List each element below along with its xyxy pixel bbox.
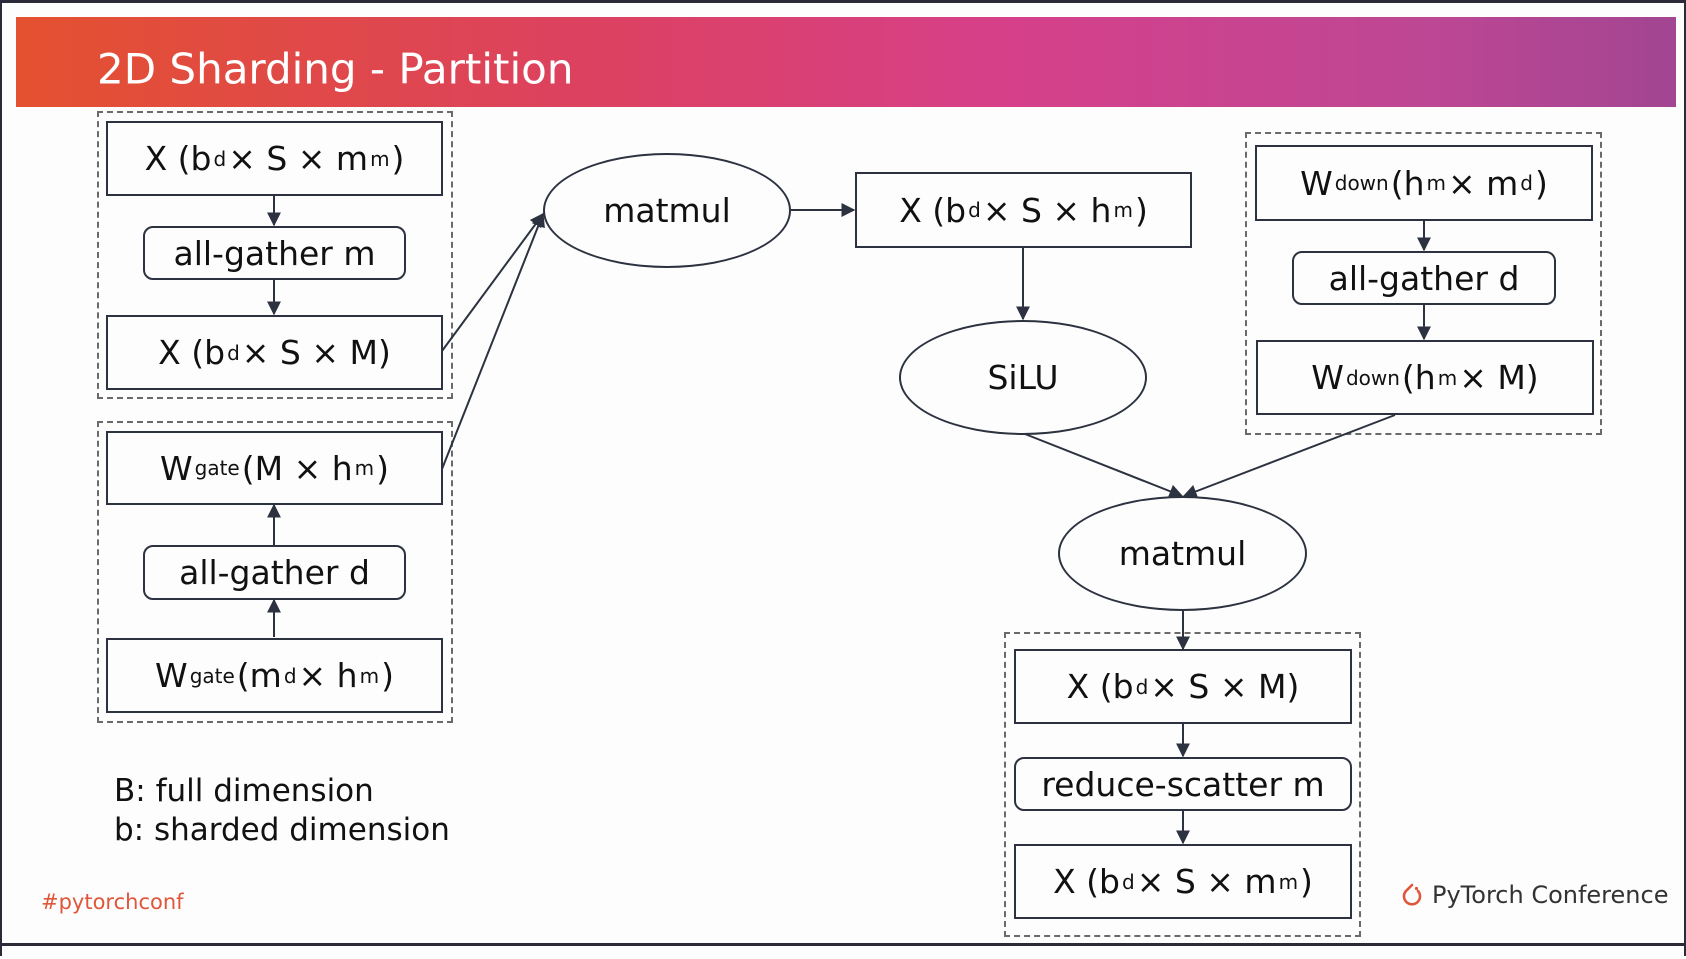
pytorch-flame-icon — [1402, 883, 1422, 906]
node-x-input: X (b d × S × m m) — [106, 121, 443, 196]
hashtag: #pytorchconf — [41, 890, 184, 914]
node-reduce-scatter-m: reduce-scatter m — [1014, 757, 1352, 811]
node-allgather-m: all-gather m — [143, 226, 406, 280]
node-wgate-full: Wgate (M × h m) — [106, 431, 443, 505]
node-wdown-full: Wdown (h m × M) — [1256, 340, 1594, 415]
node-x-hidden: X (b d × S × h m) — [855, 172, 1192, 248]
node-wdown-shard: Wdown (h m × m d) — [1255, 145, 1593, 221]
node-allgather-d-right: all-gather d — [1292, 251, 1556, 305]
brand-label: PyTorch Conference — [1432, 881, 1669, 909]
node-allgather-d-left: all-gather d — [143, 545, 406, 600]
node-matmul-bottom: matmul — [1058, 496, 1307, 611]
node-x-out: X (b d × S × m m) — [1014, 844, 1352, 919]
legend-full-dimension: B: full dimension — [114, 773, 374, 809]
bottom-rule — [2, 943, 1686, 946]
legend-sharded-dimension: b: sharded dimension — [114, 812, 450, 848]
node-x-full: X (b d × S × M) — [106, 315, 443, 390]
brand: PyTorch Conference — [1400, 881, 1668, 909]
slide-frame: 2D Sharding - Partition X (b d × S × m m) … — [0, 0, 1686, 956]
edge-wgate-to-matmul — [441, 212, 545, 470]
edge-wdown-full-to-matmul — [1182, 414, 1396, 499]
node-wgate-shard: Wgate (m d × h m) — [106, 638, 443, 713]
node-x-out-full: X (b d × S × M) — [1014, 649, 1352, 724]
node-matmul-top: matmul — [543, 153, 791, 268]
node-silu: SiLU — [899, 320, 1147, 435]
edge-silu-to-matmul — [1024, 433, 1184, 498]
edge-x-full-to-matmul — [441, 212, 544, 352]
